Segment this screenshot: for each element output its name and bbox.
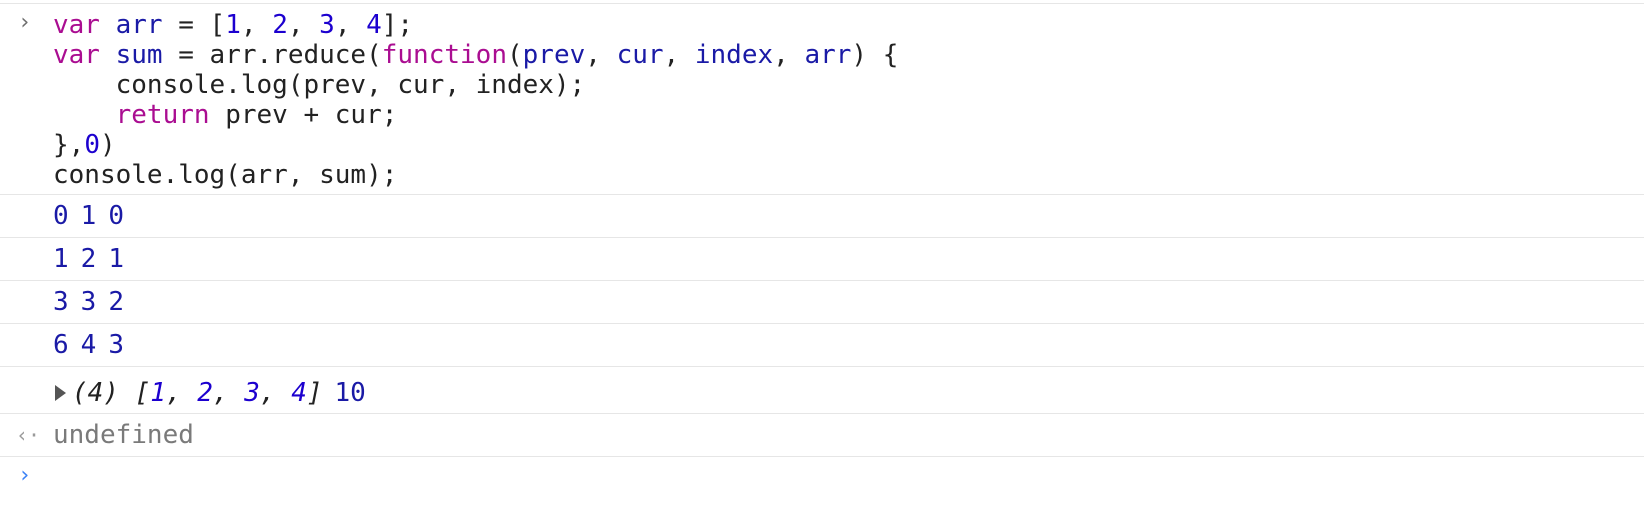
result-row: ‹· undefined (0, 414, 1644, 457)
chevron-right-icon: › (18, 10, 32, 35)
code-token: , (773, 40, 805, 70)
log-value: 0 (53, 201, 69, 231)
code-token: var (53, 10, 100, 40)
log-value: 1 (53, 244, 69, 274)
code-token: 1 (225, 10, 241, 40)
code-token: arr (115, 10, 163, 40)
code-token: cur (616, 40, 664, 70)
code-token: 0 (84, 130, 100, 160)
code-token: ) { (851, 40, 899, 70)
array-item: 2 (197, 378, 213, 408)
chevron-right-icon: › (18, 463, 32, 488)
code-token: prev + cur; (209, 100, 398, 130)
code-token: = arr.reduce( (162, 40, 382, 70)
array-log-row: (4) [1, 2, 3, 4] 10 (0, 367, 1644, 414)
log-value: 4 (80, 330, 97, 360)
log-row: 332 (0, 281, 1644, 324)
console-panel: › var arr = [1, 2, 3, 4]; var sum = arr.r… (0, 0, 1644, 520)
code-token: prev (522, 40, 586, 70)
code-token: , (287, 10, 320, 40)
code-line: console.log(arr, sum); (53, 160, 1644, 190)
code-token: 3 (319, 10, 335, 40)
log-row: 010 (0, 195, 1644, 238)
log-row: 121 (0, 238, 1644, 281)
log-value: 1 (108, 244, 124, 274)
code-token: return (115, 100, 210, 130)
code-token: 4 (366, 10, 382, 40)
log-value: 3 (108, 330, 124, 360)
code-token: }, (53, 130, 85, 160)
code-line: },0) (53, 130, 1644, 160)
log-value: 3 (80, 287, 97, 317)
code-token: console.log(arr, sum); (53, 160, 398, 190)
log-rows: 010121332643 (0, 195, 1644, 367)
code-token: function (381, 40, 507, 70)
array-open-bracket: [ (134, 378, 151, 408)
log-row: 643 (0, 324, 1644, 367)
code-token: console.log(prev, cur, index); (53, 70, 586, 100)
code-token: , (240, 10, 273, 40)
array-items: 1, 2, 3, 4 (150, 378, 307, 408)
code-block: var arr = [1, 2, 3, 4]; var sum = arr.red… (0, 4, 1644, 194)
code-token: index (694, 40, 774, 70)
code-line: return prev + cur; (53, 100, 1644, 130)
console-prompt[interactable]: › (0, 457, 1644, 497)
array-count: (4) (72, 378, 119, 408)
log-value: 3 (53, 287, 69, 317)
log-value: 1 (80, 201, 97, 231)
code-token: 2 (272, 10, 288, 40)
array-item: 4 (291, 378, 307, 408)
return-arrow-icon: ‹· (16, 423, 41, 447)
code-token: ]; (381, 10, 414, 40)
code-token: , (334, 10, 367, 40)
log-value: 2 (108, 287, 124, 317)
log-value: 2 (80, 244, 97, 274)
array-close-bracket: ] (306, 378, 323, 408)
code-token: ( (506, 40, 523, 70)
array-item: 3 (244, 378, 260, 408)
code-line: var sum = arr.reduce(function(prev, cur,… (53, 40, 1644, 70)
code-token: , (663, 40, 695, 70)
code-line: console.log(prev, cur, index); (53, 70, 1644, 100)
result-value: undefined (53, 420, 194, 450)
code-token: , (585, 40, 617, 70)
code-token: = [ (162, 10, 226, 40)
code-token: ) (99, 130, 116, 160)
console-input-entry[interactable]: › var arr = [1, 2, 3, 4]; var sum = arr.r… (0, 4, 1644, 195)
log-value: 0 (108, 201, 124, 231)
expand-triangle-icon[interactable] (55, 385, 66, 401)
code-line: var arr = [1, 2, 3, 4]; (53, 10, 1644, 40)
code-token: var (53, 40, 100, 70)
code-token: arr (804, 40, 852, 70)
code-token: sum (115, 40, 163, 70)
array-item: 1 (150, 378, 166, 408)
sum-value: 10 (334, 378, 366, 408)
log-value: 6 (53, 330, 69, 360)
